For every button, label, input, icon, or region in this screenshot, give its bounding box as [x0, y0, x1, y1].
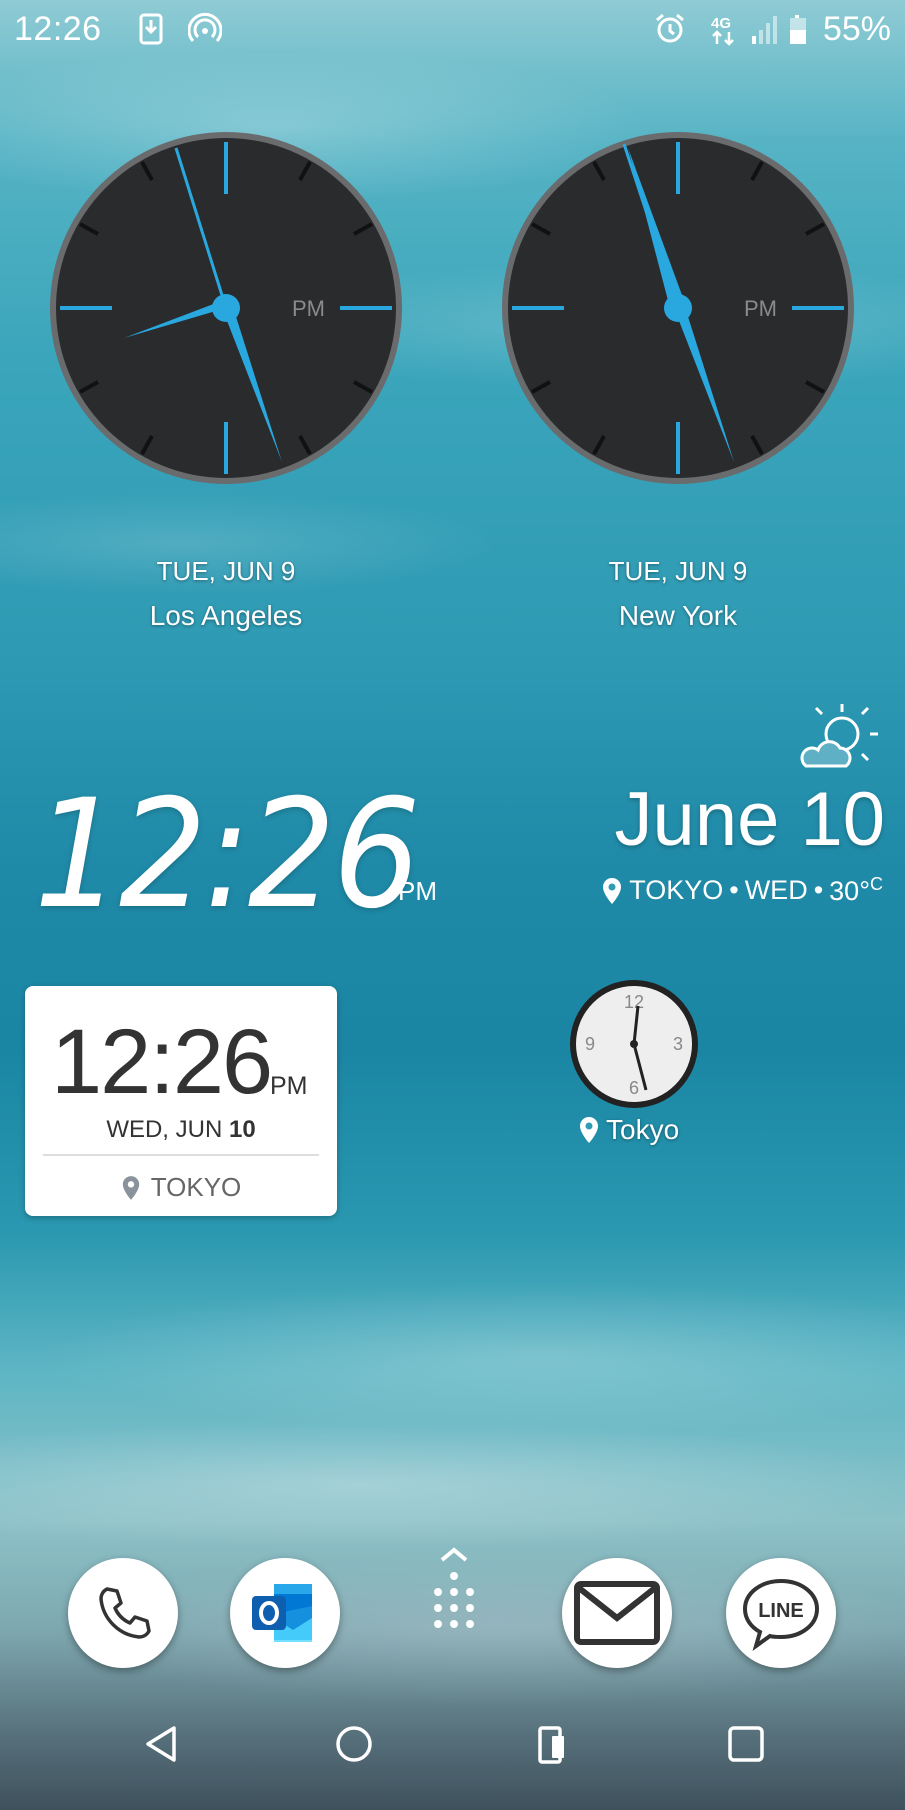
phone-icon [99, 1587, 151, 1639]
analog-clock-face: PM [50, 132, 402, 484]
status-time: 12:26 [14, 10, 102, 48]
svg-text:6: 6 [629, 1078, 639, 1098]
weather-day: WED [744, 875, 808, 905]
mail-app[interactable] [562, 1558, 672, 1668]
back-icon[interactable] [138, 1720, 186, 1768]
line-icon: LINE [742, 1578, 820, 1651]
hotspot-icon [188, 12, 222, 42]
digital-clock-ampm: PM [398, 876, 437, 906]
weather-date[interactable]: June 10 [615, 776, 885, 863]
partly-sunny-icon[interactable] [800, 700, 880, 780]
svg-text:3: 3 [673, 1034, 683, 1054]
small-clock-city: Tokyo [578, 1114, 679, 1146]
card-clock-widget[interactable]: 12:26 PM WED, JUN 10 TOKYO [25, 986, 337, 1216]
svg-text:12: 12 [624, 992, 644, 1012]
outlook-icon [252, 1584, 312, 1642]
line-app[interactable]: LINE [726, 1558, 836, 1668]
signal-icon [752, 16, 777, 44]
weather-temp: 30°C [829, 874, 883, 906]
app-drawer-icon[interactable] [424, 1546, 484, 1636]
svg-text:PM: PM [744, 296, 777, 321]
weather-location: TOKYO [629, 875, 724, 905]
world-clock-los-angeles[interactable]: PM [46, 128, 406, 488]
location-pin-icon [603, 877, 622, 904]
world-clock-date: TUE, JUN 9 [608, 556, 748, 586]
svg-text:9: 9 [585, 1034, 595, 1054]
world-clock-city: Los Angeles [149, 600, 303, 631]
separator-dot: • [813, 875, 824, 905]
analog-clock-face: PM [502, 132, 854, 484]
weather-summary[interactable]: TOKYO • WED • 30°C [601, 874, 883, 907]
location-pin-icon [122, 1175, 139, 1200]
svg-text:PM: PM [292, 296, 325, 321]
alarm-icon [656, 13, 684, 43]
svg-text:LINE: LINE [758, 1600, 804, 1622]
home-icon[interactable] [330, 1720, 378, 1768]
card-location: TOKYO [25, 1172, 337, 1203]
location-pin-icon [580, 1117, 598, 1143]
battery-percent: 55% [822, 10, 891, 48]
outlook-app[interactable] [230, 1558, 340, 1668]
small-analog-clock[interactable]: 12 3 6 9 [568, 978, 700, 1110]
screen-switch-icon[interactable] [528, 1720, 576, 1768]
world-clock-city: New York [618, 600, 738, 631]
phone-app[interactable] [68, 1558, 178, 1668]
card-date: WED, JUN 10 [106, 1116, 256, 1143]
separator-dot: • [729, 875, 739, 905]
status-bar: 12:26 4G 55% [0, 0, 905, 62]
4g-icon: 4G [711, 15, 734, 46]
recents-icon[interactable] [722, 1720, 770, 1768]
card-time: 12:26 [51, 1011, 273, 1113]
world-clock-date: TUE, JUN 9 [156, 556, 296, 586]
card-ampm: PM [270, 1072, 308, 1100]
svg-text:4G: 4G [711, 15, 731, 32]
download-icon [139, 13, 163, 45]
digital-clock-time[interactable]: 12:26 [34, 768, 421, 942]
divider [43, 1154, 319, 1156]
mail-icon [574, 1581, 660, 1645]
world-clock-new-york[interactable]: PM [498, 128, 858, 488]
battery-icon [790, 15, 806, 44]
